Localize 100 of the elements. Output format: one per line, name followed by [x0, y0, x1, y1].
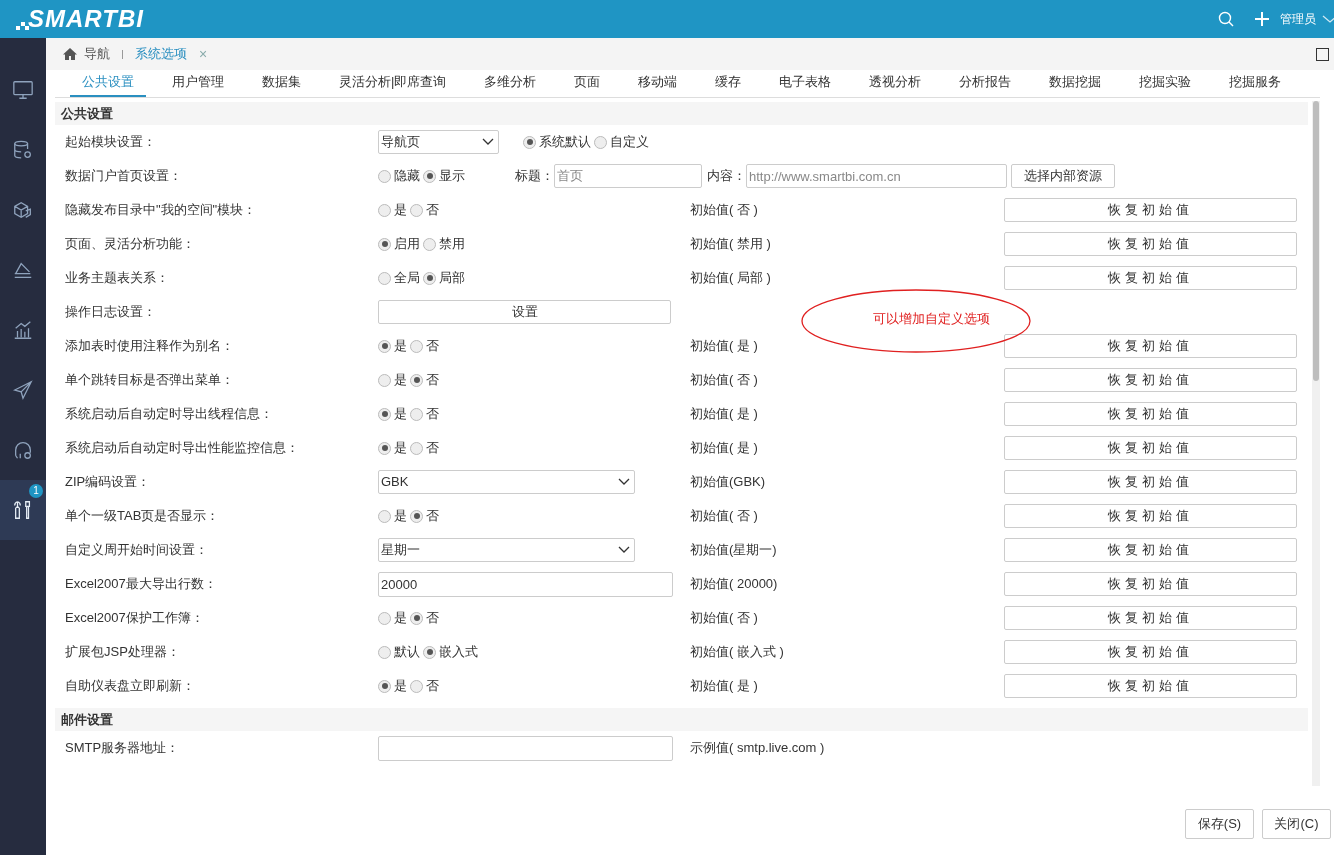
radio-button[interactable] [378, 679, 391, 693]
restore-default-button[interactable]: 恢复初始值 [1004, 198, 1297, 222]
radio-button[interactable] [378, 373, 391, 387]
radio-button[interactable] [423, 645, 436, 659]
default-value-text: 初始值( 是 ) [690, 439, 759, 458]
radio-button[interactable] [378, 611, 391, 625]
tab[interactable]: 页面 [562, 71, 613, 97]
radio-button[interactable] [378, 169, 391, 183]
search-icon[interactable] [1218, 11, 1234, 27]
tab[interactable]: 公共设置 [70, 71, 146, 97]
dropdown[interactable]: GBK [378, 470, 635, 494]
default-value-text: 初始值(星期一) [690, 541, 778, 560]
restore-default-button[interactable]: 恢复初始值 [1004, 368, 1297, 392]
tab[interactable]: 透视分析 [857, 71, 934, 97]
text-field[interactable]: 20000 [378, 571, 673, 597]
default-value-text: 初始值( 是 ) [690, 677, 759, 696]
restore-default-button[interactable]: 恢复初始值 [1004, 606, 1297, 630]
restore-default-button[interactable]: 恢复初始值 [1004, 232, 1297, 256]
radio-button[interactable] [423, 169, 436, 183]
footer-button[interactable]: 保存(S) [1185, 809, 1254, 839]
radio-label: 否 [426, 609, 439, 628]
setting-label: 数据门户首页设置： [64, 167, 183, 186]
restore-default-button[interactable]: 恢复初始值 [1004, 674, 1297, 698]
section-header: 公共设置 [55, 102, 1308, 125]
select-resource-button[interactable]: 选择内部资源 [1011, 164, 1115, 188]
restore-default-button[interactable]: 恢复初始值 [1004, 504, 1297, 528]
tab[interactable]: 多维分析 [472, 71, 549, 97]
text-field[interactable]: 首页 [554, 164, 702, 188]
setting-label: 页面、灵活分析功能： [64, 235, 196, 254]
dropdown[interactable]: 星期一 [378, 538, 635, 562]
tab[interactable]: 挖掘实验 [1127, 71, 1204, 97]
annotation-text: 可以增加自定义选项 [873, 310, 990, 328]
setting-label: 扩展包JSP处理器： [64, 643, 181, 662]
radio-label: 启用 [394, 235, 420, 254]
database-gear-icon [12, 139, 34, 161]
restore-default-button[interactable]: 恢复初始值 [1004, 334, 1297, 358]
tab[interactable]: 用户管理 [160, 71, 236, 97]
setting-label: SMTP服务器地址： [64, 739, 181, 758]
tab[interactable]: 电子表格 [767, 71, 844, 97]
footer-button[interactable]: 关闭(C) [1262, 809, 1331, 839]
chevron-down-icon[interactable] [1322, 14, 1334, 24]
restore-default-button[interactable]: 恢复初始值 [1004, 572, 1297, 596]
radio-button[interactable] [423, 271, 436, 285]
maximize-icon[interactable] [1316, 47, 1329, 61]
restore-default-button[interactable]: 恢复初始值 [1004, 436, 1297, 460]
default-value-text: 初始值( 局部 ) [690, 269, 772, 288]
setting-label: Excel2007最大导出行数： [64, 575, 218, 594]
radio-button[interactable] [410, 611, 423, 625]
setting-label: 自定义周开始时间设置： [64, 541, 209, 560]
radio-button[interactable] [410, 509, 423, 523]
tab[interactable]: 数据挖掘 [1037, 71, 1114, 97]
tab[interactable]: 挖掘服务 [1217, 71, 1294, 97]
restore-default-button[interactable]: 恢复初始值 [1004, 402, 1297, 426]
setting-label: 添加表时使用注释作为别名： [64, 337, 235, 356]
radio-button[interactable] [423, 237, 436, 251]
tab[interactable]: 缓存 [703, 71, 754, 97]
dropdown[interactable]: 导航页 [378, 130, 499, 154]
restore-default-button[interactable]: 恢复初始值 [1004, 640, 1297, 664]
radio-button[interactable] [378, 203, 391, 217]
setting-label: 起始模块设置： [64, 133, 157, 152]
breadcrumb-link[interactable]: 导航 [84, 44, 110, 64]
radio-button[interactable] [378, 645, 391, 659]
radio-label: 全局 [394, 269, 420, 288]
restore-default-button[interactable]: 恢复初始值 [1004, 538, 1297, 562]
radio-button[interactable] [378, 407, 391, 421]
radio-button[interactable] [378, 271, 391, 285]
tab[interactable]: 灵活分析|即席查询 [327, 71, 459, 97]
radio-label: 显示 [439, 167, 465, 186]
radio-button[interactable] [410, 373, 423, 387]
radio-button[interactable] [410, 679, 423, 693]
radio-button[interactable] [378, 339, 391, 353]
home-icon[interactable] [62, 47, 78, 61]
chevron-down-icon [618, 478, 630, 486]
tab[interactable]: 分析报告 [947, 71, 1024, 97]
radio-button[interactable] [410, 441, 423, 455]
radio-label: 是 [394, 507, 407, 526]
radio-button[interactable] [410, 339, 423, 353]
settings-button[interactable]: 设置 [378, 300, 671, 324]
text-field[interactable] [378, 735, 673, 761]
radio-button[interactable] [378, 509, 391, 523]
text-field[interactable]: http://www.smartbi.com.cn [746, 164, 1007, 188]
tab[interactable]: 移动端 [626, 71, 690, 97]
restore-default-button[interactable]: 恢复初始值 [1004, 470, 1297, 494]
radio-button[interactable] [594, 135, 607, 149]
default-value-text: 初始值( 是 ) [690, 405, 759, 424]
tab[interactable]: 数据集 [250, 71, 313, 97]
radio-label: 是 [394, 439, 407, 458]
default-value-text: 初始值(GBK) [690, 473, 767, 492]
radio-button[interactable] [410, 407, 423, 421]
radio-label: 局部 [439, 269, 465, 288]
restore-default-button[interactable]: 恢复初始值 [1004, 266, 1297, 290]
radio-button[interactable] [410, 203, 423, 217]
radio-label: 是 [394, 609, 407, 628]
radio-label: 是 [394, 337, 407, 356]
radio-button[interactable] [378, 441, 391, 455]
radio-button[interactable] [523, 135, 536, 149]
add-icon[interactable] [1254, 11, 1270, 27]
scrollbar[interactable] [1312, 101, 1320, 786]
setting-label: 系统启动后自动定时导出线程信息： [64, 405, 274, 424]
radio-button[interactable] [378, 237, 391, 251]
